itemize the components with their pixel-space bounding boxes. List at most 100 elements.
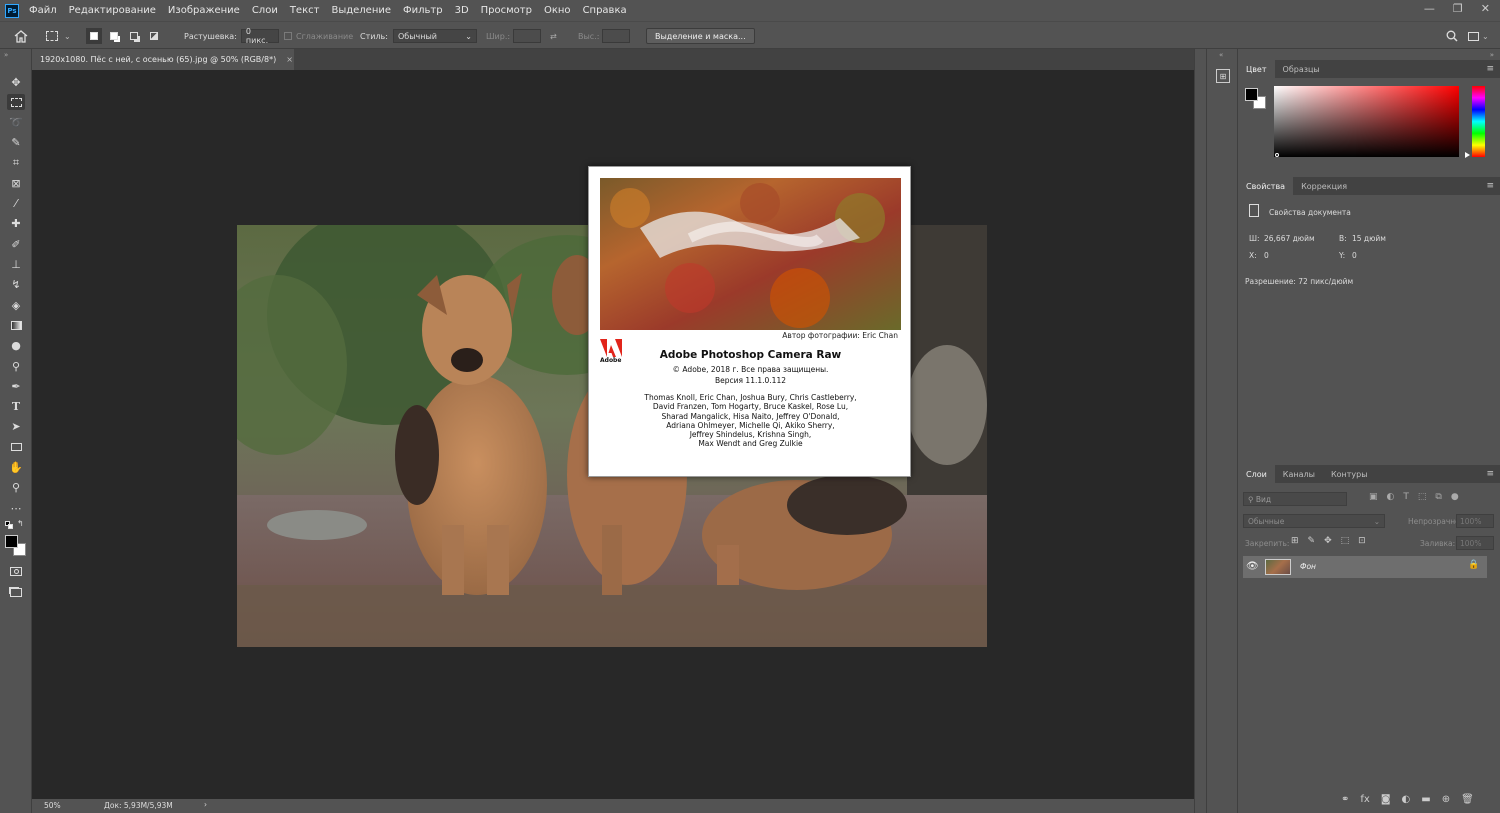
quick-mask-icon[interactable]	[7, 563, 25, 579]
color-picker-field[interactable]	[1274, 86, 1459, 157]
workspace-switcher[interactable]: ⌄	[1468, 22, 1489, 50]
filter-adjustment-icon[interactable]: ◐	[1387, 492, 1395, 502]
tab-swatches[interactable]: Образцы	[1275, 60, 1328, 78]
zoom-tool-icon[interactable]: ⚲	[7, 479, 25, 495]
x-value[interactable]: 0	[1264, 251, 1269, 260]
width-value[interactable]: 26,667 дюйм	[1264, 234, 1315, 243]
add-mask-icon[interactable]: ◙	[1381, 794, 1391, 805]
new-layer-icon[interactable]: ⊕	[1442, 794, 1450, 805]
lock-position-icon[interactable]: ✥	[1324, 536, 1332, 546]
layer-row[interactable]: 👁 Фон 🔒	[1243, 556, 1487, 578]
default-colors-icon[interactable]	[5, 521, 13, 529]
healing-brush-tool-icon[interactable]: ✚	[7, 215, 25, 231]
dodge-tool-icon[interactable]: ⚲	[7, 358, 25, 374]
pen-tool-icon[interactable]: ✒	[7, 378, 25, 394]
filter-type-icon[interactable]: T	[1403, 492, 1409, 502]
filter-smart-object-icon[interactable]: ⧉	[1435, 492, 1441, 502]
height-input[interactable]	[602, 29, 631, 43]
eye-icon[interactable]: 👁	[1246, 561, 1259, 572]
filter-pixel-icon[interactable]: ▣	[1369, 492, 1378, 502]
menu-view[interactable]: Просмотр	[481, 5, 532, 16]
panel-menu-icon[interactable]: ≡	[1486, 469, 1494, 479]
status-menu-arrow[interactable]: ›	[204, 800, 207, 809]
swap-dimensions-icon[interactable]: ⇄	[550, 22, 557, 50]
lock-artboard-icon[interactable]: ⬚	[1341, 536, 1350, 546]
about-dialog[interactable]: Автор фотографии: Eric Chan Adobe Adobe …	[588, 166, 911, 477]
brush-tool-icon[interactable]: ✐	[7, 236, 25, 252]
panel-menu-icon[interactable]: ≡	[1486, 181, 1494, 191]
blend-mode-select[interactable]: Обычные ⌄	[1243, 514, 1385, 528]
layer-filter-select[interactable]: ⚲ Вид	[1243, 492, 1347, 506]
foreground-color-swatch[interactable]	[5, 535, 18, 548]
document-tab[interactable]: 1920x1080. Пёс с ней, с осенью (65).jpg …	[32, 49, 294, 70]
new-group-icon[interactable]: ▬	[1421, 794, 1430, 805]
collapse-toolbar-icon[interactable]: »	[4, 51, 8, 59]
filter-toggle-icon[interactable]: ●	[1451, 492, 1459, 502]
menu-select[interactable]: Выделение	[331, 5, 391, 16]
hand-tool-icon[interactable]: ✋	[7, 459, 25, 475]
foreground-color-swatch[interactable]	[1245, 88, 1258, 101]
style-select[interactable]: Обычный ⌄	[392, 29, 477, 43]
collapse-panels-icon[interactable]: »	[1490, 51, 1494, 59]
restore-button[interactable]: ❐	[1453, 2, 1463, 15]
lasso-tool-icon[interactable]: ➰	[7, 114, 25, 130]
home-icon[interactable]	[14, 22, 28, 50]
color-picker-cursor[interactable]	[1275, 153, 1279, 157]
opacity-input[interactable]: 100%	[1456, 514, 1494, 528]
hue-slider[interactable]	[1472, 86, 1485, 157]
menu-file[interactable]: Файл	[29, 5, 57, 16]
search-icon[interactable]	[1446, 22, 1458, 50]
add-selection-icon[interactable]	[106, 28, 122, 44]
fill-input[interactable]: 100%	[1456, 536, 1494, 550]
lock-all-icon[interactable]: ⊡	[1358, 536, 1366, 546]
edit-toolbar-icon[interactable]: ⋯	[7, 500, 25, 516]
close-icon[interactable]: ×	[286, 55, 293, 64]
intersect-selection-icon[interactable]	[146, 28, 162, 44]
tab-color[interactable]: Цвет	[1238, 60, 1275, 78]
width-input[interactable]	[513, 29, 542, 43]
zoom-level[interactable]: 50%	[44, 801, 61, 810]
layer-style-icon[interactable]: fx	[1360, 794, 1369, 805]
marquee-preset-picker[interactable]: ⌄	[46, 22, 71, 50]
history-panel-icon[interactable]: ⊞	[1216, 69, 1230, 83]
menu-layers[interactable]: Слои	[252, 5, 278, 16]
gradient-tool-icon[interactable]	[7, 317, 25, 333]
blur-tool-icon[interactable]: ●	[7, 337, 25, 353]
frame-tool-icon[interactable]: ⊠	[7, 175, 25, 191]
rectangle-tool-icon[interactable]	[7, 439, 25, 455]
menu-window[interactable]: Окно	[544, 5, 571, 16]
hue-slider-handle[interactable]	[1465, 152, 1470, 158]
screen-mode-icon[interactable]	[7, 584, 25, 600]
panel-menu-icon[interactable]: ≡	[1486, 64, 1494, 74]
expand-panels-icon[interactable]: «	[1219, 51, 1223, 59]
filter-shape-icon[interactable]: ⬚	[1418, 492, 1427, 502]
menu-filter[interactable]: Фильтр	[403, 5, 443, 16]
quick-selection-tool-icon[interactable]: ✎	[7, 134, 25, 150]
tab-channels[interactable]: Каналы	[1275, 465, 1323, 483]
type-tool-icon[interactable]: T	[7, 398, 25, 414]
vertical-scrollbar[interactable]	[1194, 49, 1206, 813]
lock-transparent-icon[interactable]: ⊞	[1291, 536, 1299, 546]
menu-edit[interactable]: Редактирование	[69, 5, 156, 16]
link-layers-icon[interactable]: ⚭	[1341, 794, 1349, 805]
menu-type[interactable]: Текст	[290, 5, 320, 16]
tab-adjustments[interactable]: Коррекция	[1293, 177, 1355, 195]
tab-layers[interactable]: Слои	[1238, 465, 1275, 483]
adjustment-layer-icon[interactable]: ◐	[1402, 794, 1411, 805]
crop-tool-icon[interactable]: ⌗	[7, 155, 25, 171]
menu-image[interactable]: Изображение	[168, 5, 240, 16]
lock-pixels-icon[interactable]: ✎	[1308, 536, 1316, 546]
close-window-button[interactable]: ✕	[1481, 2, 1490, 15]
eraser-tool-icon[interactable]: ◈	[7, 297, 25, 313]
eyedropper-tool-icon[interactable]: ⁄	[7, 195, 25, 211]
menu-help[interactable]: Справка	[583, 5, 627, 16]
new-selection-icon[interactable]	[86, 28, 102, 44]
delete-layer-icon[interactable]: 🗑	[1461, 794, 1474, 805]
rectangular-marquee-tool-icon[interactable]	[7, 94, 25, 110]
feather-input[interactable]: 0 пикс.	[240, 27, 279, 45]
clone-stamp-tool-icon[interactable]: ⊥	[7, 256, 25, 272]
select-and-mask-button[interactable]: Выделение и маска...	[646, 28, 755, 44]
history-brush-tool-icon[interactable]: ↯	[7, 276, 25, 292]
swap-colors-icon[interactable]: ↰	[17, 519, 24, 528]
path-selection-tool-icon[interactable]: ➤	[7, 418, 25, 434]
